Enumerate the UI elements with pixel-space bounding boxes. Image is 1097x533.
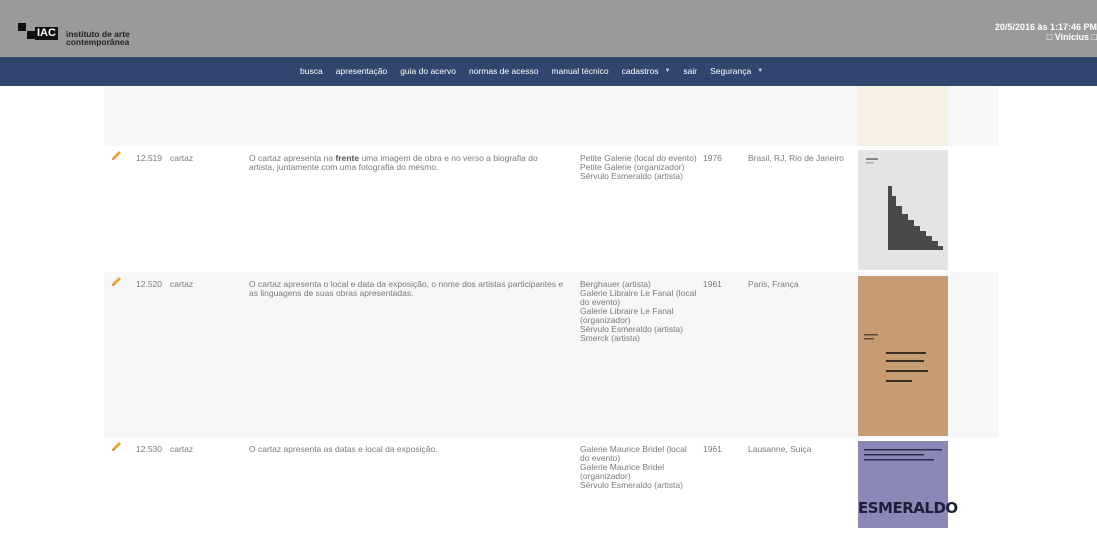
thumbnail-image[interactable] bbox=[858, 276, 948, 436]
person-entry: Galerie Libraire Le Fanal (local do even… bbox=[580, 288, 697, 307]
poster-image bbox=[866, 158, 943, 250]
person-entry: Galerie Libraire Le Fanal (organizador) bbox=[580, 306, 674, 325]
app-header: IAC instituto de arte contemporânea 20/5… bbox=[0, 0, 1097, 57]
chevron-down-icon: ▼ bbox=[757, 68, 764, 74]
record-place: Lausanne, Suiça bbox=[748, 444, 812, 454]
record-people: Galerie Maurice Bridel (local do evento)… bbox=[580, 445, 698, 490]
record-place: Brasil, RJ, Rio de Janeiro bbox=[748, 153, 844, 163]
nav-item-busca[interactable]: busca bbox=[300, 66, 323, 76]
record-id[interactable]: 12.530 bbox=[136, 445, 162, 454]
poster-title: ESMERALDO bbox=[858, 499, 958, 517]
record-id[interactable]: 12.519 bbox=[136, 154, 162, 163]
record-type: cartaz bbox=[170, 279, 194, 289]
logo-line-2: contemporânea bbox=[66, 37, 130, 47]
record-description: O cartaz apresenta o local e data da exp… bbox=[249, 279, 564, 298]
poster-image bbox=[858, 276, 948, 436]
record-description: O cartaz apresenta na frente uma imagem … bbox=[249, 154, 564, 172]
main-navbar: busca apresentação guia do acervo normas… bbox=[0, 57, 1097, 86]
user-label[interactable]: □ Vinicius □ bbox=[995, 32, 1097, 42]
chevron-down-icon: ▼ bbox=[664, 68, 671, 74]
thumbnail-image[interactable] bbox=[858, 150, 948, 270]
record-year: 1961 bbox=[703, 279, 722, 289]
datetime-label: 20/5/2016 às 1:17:46 PM bbox=[994, 22, 1097, 32]
nav-item-cadastros[interactable]: cadastros ▼ bbox=[622, 66, 671, 76]
pencil-icon[interactable] bbox=[110, 441, 122, 453]
person-entry: Galerie Maurice Bridel (local do evento) bbox=[580, 444, 687, 463]
record-year: 1961 bbox=[703, 444, 722, 454]
nav-item-normas-de-acesso[interactable]: normas de acesso bbox=[469, 66, 538, 76]
nav-item-apresentacao[interactable]: apresentação bbox=[336, 66, 388, 76]
record-type: cartaz bbox=[170, 153, 194, 163]
person-entry: Smerck (artista) bbox=[580, 333, 640, 343]
logo-text: instituto de arte contemporânea bbox=[66, 30, 130, 47]
logo-mark: IAC bbox=[18, 23, 62, 45]
record-people: Berghauer (artista) Galerie Libraire Le … bbox=[580, 280, 698, 343]
nav-item-seguranca[interactable]: Segurança ▼ bbox=[710, 66, 763, 76]
pencil-icon[interactable] bbox=[110, 276, 122, 288]
pencil-icon[interactable] bbox=[110, 150, 122, 162]
session-info: 20/5/2016 às 1:17:46 PM □ Vinicius □ bbox=[995, 22, 1097, 42]
nav-item-manual-tecnico[interactable]: manual técnico bbox=[551, 66, 608, 76]
record-place: Paris, França bbox=[748, 279, 799, 289]
record-description: O cartaz apresenta as datas e local da e… bbox=[249, 444, 438, 454]
person-entry: Galerie Maurice Bridel (organizador) bbox=[580, 462, 665, 481]
previous-thumbnail[interactable] bbox=[858, 86, 948, 146]
nav-item-sair[interactable]: sair bbox=[683, 66, 697, 76]
iac-logo[interactable]: IAC instituto de arte contemporânea bbox=[18, 23, 130, 46]
logo-abbr: IAC bbox=[35, 27, 58, 40]
nav-item-guia-do-acervo[interactable]: guia do acervo bbox=[400, 66, 456, 76]
record-id[interactable]: 12.520 bbox=[136, 280, 162, 289]
thumbnail-image[interactable]: ESMERALDO bbox=[858, 441, 958, 528]
record-type: cartaz bbox=[170, 444, 194, 454]
person-entry: Sérvulo Esmeraldo (artista) bbox=[580, 480, 683, 490]
person-entry: Sérvulo Esmeraldo (artista) bbox=[580, 171, 683, 181]
record-people: Petite Galerie (local do evento) Petite … bbox=[580, 154, 698, 181]
record-year: 1976 bbox=[703, 153, 722, 163]
nav-menu: busca apresentação guia do acervo normas… bbox=[300, 66, 776, 76]
